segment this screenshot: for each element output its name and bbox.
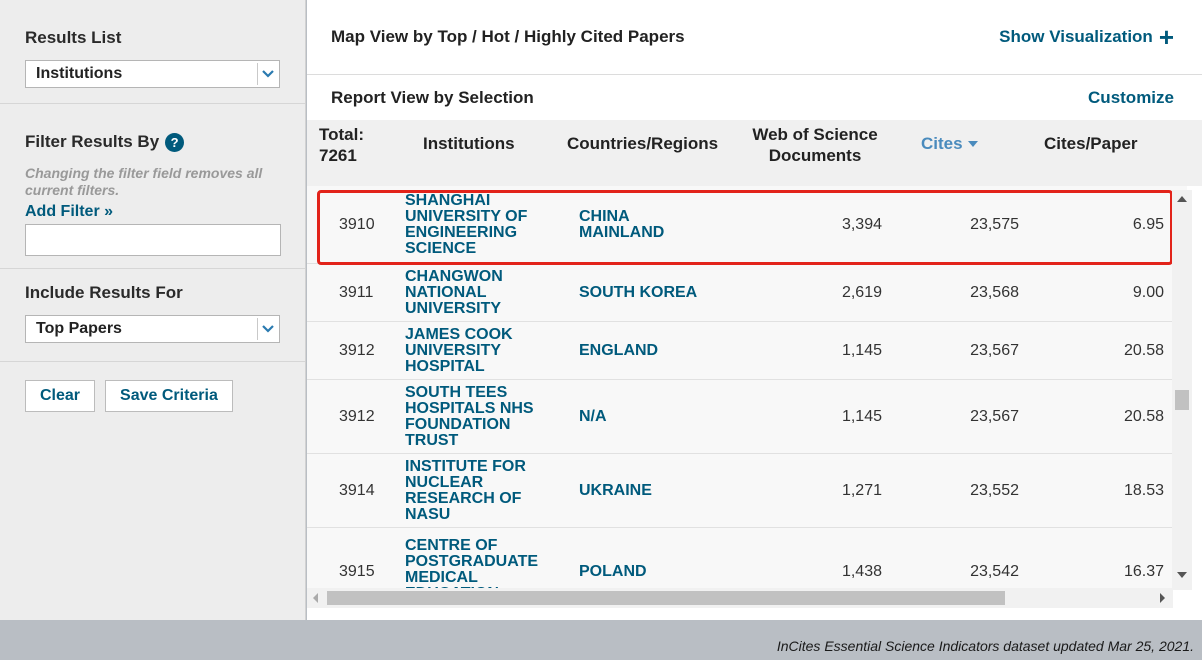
table-row: 3915 CENTRE OF POSTGRADUATE MEDICAL EDUC… (307, 528, 1187, 588)
table-row: 3914 INSTITUTE FOR NUCLEAR RESEARCH OF N… (307, 454, 1187, 528)
table-row: 3910 SHANGHAI UNIVERSITY OF ENGINEERING … (307, 186, 1187, 264)
report-view-title: Report View by Selection (331, 87, 534, 107)
cell-cites-per-paper: 9.00 (1132, 283, 1164, 301)
horizontal-scroll-thumb[interactable] (327, 591, 1005, 605)
add-filter-link[interactable]: Add Filter » (25, 203, 280, 221)
cell-cites-per-paper: 20.58 (1123, 407, 1164, 425)
map-view-bar: Map View by Top / Hot / Highly Cited Pap… (307, 0, 1202, 75)
cell-institution[interactable]: SHANGHAI UNIVERSITY OF ENGINEERING SCIEN… (405, 192, 565, 257)
filter-input[interactable] (25, 224, 281, 256)
scroll-down-icon[interactable] (1177, 572, 1187, 578)
cell-country[interactable]: N/A (579, 408, 709, 425)
table-body[interactable]: 3910 SHANGHAI UNIVERSITY OF ENGINEERING … (307, 186, 1187, 588)
cell-rank: 3914 (339, 481, 375, 499)
header-institutions[interactable]: Institutions (423, 133, 515, 154)
table-row: 3912 SOUTH TEES HOSPITALS NHS FOUNDATION… (307, 380, 1187, 454)
include-selected: Top Papers (36, 320, 122, 337)
cell-cites-per-paper: 16.37 (1123, 563, 1164, 580)
filter-label: Filter Results By ? (25, 132, 280, 152)
results-list-select[interactable]: Institutions (25, 60, 280, 88)
cell-country[interactable]: UKRAINE (579, 482, 709, 499)
cell-rank: 3915 (339, 563, 375, 580)
cell-cites-per-paper: 20.58 (1123, 341, 1164, 359)
include-label: Include Results For (25, 283, 183, 302)
header-total: Total: 7261 (319, 125, 365, 165)
cell-docs: 1,438 (841, 563, 882, 580)
criteria-buttons: Clear Save Criteria (0, 362, 305, 430)
chevron-down-icon[interactable] (257, 63, 277, 85)
cell-country[interactable]: ENGLAND (579, 342, 709, 359)
cell-cites-per-paper: 6.95 (1132, 215, 1164, 233)
cell-cites: 23,567 (970, 407, 1019, 425)
header-countries[interactable]: Countries/Regions (567, 133, 718, 154)
clear-button[interactable]: Clear (25, 380, 96, 412)
cell-cites-per-paper: 18.53 (1123, 481, 1164, 499)
filter-label-text: Filter Results By (25, 132, 160, 151)
sidebar: Results List Institutions Filter Results… (0, 0, 306, 620)
results-list-selected: Institutions (36, 65, 123, 82)
cell-cites: 23,552 (970, 481, 1019, 499)
plus-icon: + (1158, 22, 1174, 52)
cell-rank: 3912 (339, 407, 375, 425)
help-icon[interactable]: ? (165, 132, 185, 152)
save-criteria-button[interactable]: Save Criteria (105, 380, 233, 412)
cell-country[interactable]: POLAND (579, 564, 709, 580)
cell-institution[interactable]: INSTITUTE FOR NUCLEAR RESEARCH OF NASU (405, 458, 565, 523)
filter-note: Changing the filter field removes all cu… (25, 165, 263, 198)
cell-country[interactable]: CHINA MAINLAND (579, 208, 709, 241)
table-row: 3911 CHANGWON NATIONAL UNIVERSITY SOUTH … (307, 264, 1187, 322)
scroll-left-icon[interactable] (313, 593, 318, 603)
cell-docs: 2,619 (841, 283, 882, 301)
cell-cites: 23,568 (970, 283, 1019, 301)
show-visualization-button[interactable]: Show Visualization + (999, 24, 1174, 50)
header-cites-label: Cites (921, 134, 963, 153)
cell-rank: 3911 (339, 283, 374, 301)
cell-institution[interactable]: JAMES COOK UNIVERSITY HOSPITAL (405, 326, 565, 375)
cell-institution[interactable]: CHANGWON NATIONAL UNIVERSITY (405, 268, 565, 317)
vertical-scroll-thumb[interactable] (1175, 390, 1189, 410)
cell-docs: 1,271 (841, 481, 882, 499)
vertical-scrollbar[interactable] (1172, 190, 1192, 590)
show-visualization-label: Show Visualization (999, 27, 1153, 46)
scroll-right-icon[interactable] (1160, 593, 1165, 603)
include-section: Include Results For Top Papers (0, 269, 305, 362)
cell-institution[interactable]: SOUTH TEES HOSPITALS NHS FOUNDATION TRUS… (405, 384, 565, 449)
table-header: Total: 7261 Institutions Countries/Regio… (307, 120, 1202, 186)
customize-link[interactable]: Customize (1088, 88, 1174, 108)
report-view-bar: Report View by Selection Customize (307, 75, 1202, 120)
header-cites-per-paper[interactable]: Cites/Paper (1044, 133, 1138, 154)
cell-docs: 1,145 (841, 407, 882, 425)
cell-cites: 23,542 (970, 563, 1019, 580)
results-list-section: Results List Institutions (0, 0, 305, 104)
cell-rank: 3910 (339, 215, 375, 233)
table-row: 3912 JAMES COOK UNIVERSITY HOSPITAL ENGL… (307, 322, 1187, 380)
cell-rank: 3912 (339, 341, 375, 359)
map-view-title: Map View by Top / Hot / Highly Cited Pap… (331, 27, 685, 46)
cell-docs: 3,394 (841, 215, 882, 233)
header-wos-documents[interactable]: Web of Science Documents (745, 124, 885, 166)
cell-cites: 23,567 (970, 341, 1019, 359)
dataset-update-note: InCites Essential Science Indicators dat… (776, 638, 1194, 654)
sort-desc-icon (967, 140, 978, 147)
cell-docs: 1,145 (841, 341, 882, 359)
include-select[interactable]: Top Papers (25, 315, 280, 343)
horizontal-scrollbar[interactable] (307, 588, 1173, 608)
cell-institution[interactable]: CENTRE OF POSTGRADUATE MEDICAL EDUCATION (405, 538, 565, 589)
cell-country[interactable]: SOUTH KOREA (579, 284, 709, 301)
filter-section: Filter Results By ? Changing the filter … (0, 104, 305, 269)
scroll-up-icon[interactable] (1177, 196, 1187, 202)
header-cites[interactable]: Cites (921, 133, 978, 154)
main-panel: Map View by Top / Hot / Highly Cited Pap… (307, 0, 1202, 620)
chevron-down-icon[interactable] (257, 318, 277, 340)
results-list-label: Results List (25, 28, 122, 47)
cell-cites: 23,575 (970, 215, 1019, 233)
